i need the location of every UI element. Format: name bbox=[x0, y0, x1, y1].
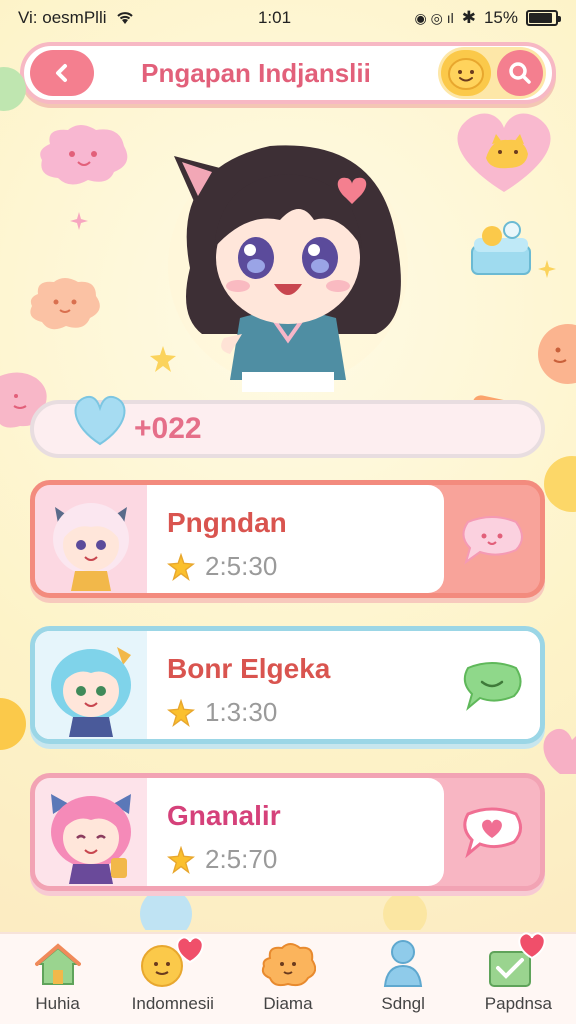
smile-heart-icon bbox=[140, 936, 204, 987]
card-name: Bonr Elgeka bbox=[167, 653, 331, 684]
card-name: Gnanalir bbox=[167, 800, 281, 831]
peach-cloud-decoration bbox=[30, 278, 100, 330]
header-actions bbox=[438, 47, 546, 99]
battery-level bbox=[529, 13, 553, 23]
wifi-icon bbox=[116, 12, 133, 24]
cake-box-decoration bbox=[471, 221, 531, 275]
blue-bubble-decoration bbox=[140, 888, 192, 930]
star-icon bbox=[167, 698, 195, 727]
app-header: Pngapan Indjanslii bbox=[20, 42, 556, 104]
status-bar: Vi: oesmPlli 1:01 ◉ ◎ ıl ✱ 15% bbox=[0, 0, 576, 36]
card-action-button[interactable] bbox=[444, 778, 540, 886]
speech-bubble-heart-icon bbox=[462, 516, 523, 565]
card-action-button[interactable] bbox=[444, 485, 540, 593]
nav-item-sdngl[interactable]: Sdngl bbox=[348, 936, 458, 1014]
search-button[interactable] bbox=[497, 50, 543, 96]
hero-avatar-girl bbox=[168, 145, 408, 392]
list-item[interactable]: Pngndan 2:5:30 bbox=[30, 480, 545, 598]
orange-flower-decoration bbox=[538, 324, 576, 384]
bluetooth-icon: ✱ bbox=[461, 8, 476, 27]
pink-heart-right-decoration bbox=[543, 728, 576, 774]
pink-hair-cat-girl-avatar bbox=[53, 503, 129, 591]
battery-icon bbox=[526, 10, 561, 26]
nav-label: Papdnsa bbox=[484, 994, 552, 1013]
nav-label: Sdngl bbox=[381, 994, 425, 1013]
list-item[interactable]: Bonr Elgeka 1:3:30 bbox=[30, 626, 545, 744]
card-avatar bbox=[35, 778, 147, 886]
card-body: Pngndan 2:5:30 bbox=[147, 485, 444, 593]
yellow-ball-left-decoration bbox=[0, 698, 26, 750]
card-time: 2:5:30 bbox=[205, 551, 278, 581]
yellow-bubble-decoration bbox=[383, 892, 427, 930]
carrier-label: Vi: oesmPlli bbox=[18, 8, 107, 27]
heart-bubble-icon bbox=[463, 807, 522, 859]
pink-sparkle-decoration bbox=[70, 212, 88, 230]
list-item[interactable]: Gnanalir 2:5:70 bbox=[30, 773, 545, 891]
page-title: Pngapan Indjanslii bbox=[141, 57, 371, 88]
star-icon bbox=[167, 845, 195, 874]
blue-hair-girl-avatar bbox=[51, 647, 131, 737]
card-meta: 1:3:30 bbox=[167, 697, 444, 728]
house-icon bbox=[34, 943, 81, 985]
card-body: Bonr Elgeka 1:3:30 bbox=[147, 631, 444, 739]
star-icon bbox=[167, 552, 195, 581]
nav-label: Indomnesii bbox=[131, 994, 214, 1013]
card-action-button[interactable] bbox=[444, 631, 540, 739]
card-avatar bbox=[35, 485, 147, 593]
nav-item-papdnsa[interactable]: Papdnsa bbox=[463, 932, 573, 1014]
card-avatar bbox=[35, 631, 147, 739]
nav-item-home[interactable]: Huhia bbox=[3, 936, 113, 1014]
pink-hair-bow-girl-avatar bbox=[51, 794, 131, 884]
progress-bar: +022 bbox=[30, 396, 545, 458]
back-button[interactable] bbox=[30, 50, 94, 96]
smile-button[interactable] bbox=[441, 50, 491, 96]
chat-bubble-icon bbox=[463, 662, 522, 711]
card-name: Pngndan bbox=[167, 507, 287, 538]
nav-label: Huhia bbox=[35, 994, 80, 1013]
yellow-ball-decoration bbox=[544, 456, 576, 512]
card-time: 1:3:30 bbox=[205, 697, 278, 727]
card-meta: 2:5:30 bbox=[167, 551, 444, 582]
heart-cat-decoration bbox=[457, 113, 551, 192]
pink-cloud-bubble-decoration bbox=[40, 125, 128, 185]
progress-value: +022 bbox=[134, 412, 202, 445]
chevron-left-icon bbox=[56, 64, 67, 82]
card-time: 2:5:70 bbox=[205, 844, 278, 874]
clock: 1:01 bbox=[257, 8, 292, 27]
battery-percent: 15% bbox=[483, 8, 518, 27]
nav-item-diama[interactable]: Diama bbox=[233, 936, 343, 1014]
card-meta: 2:5:70 bbox=[167, 844, 444, 875]
signal-icon: ◉ ◎ ıl bbox=[414, 9, 454, 26]
nav-label: Diama bbox=[263, 994, 313, 1013]
card-body: Gnanalir 2:5:70 bbox=[147, 778, 444, 886]
search-icon bbox=[509, 62, 531, 84]
person-icon bbox=[384, 940, 423, 987]
bottom-nav: Huhia Indomnesii Diama Sdngl Papdnsa bbox=[0, 932, 576, 1024]
cloud-face-icon bbox=[261, 943, 316, 987]
smile-face-icon bbox=[448, 58, 484, 90]
nav-item-indomnesii[interactable]: Indomnesii bbox=[118, 936, 228, 1014]
box-heart-icon bbox=[489, 932, 547, 987]
yellow-sparkle-decoration bbox=[538, 260, 556, 278]
blue-heart-icon bbox=[74, 396, 126, 446]
green-ball-decoration bbox=[0, 67, 26, 111]
